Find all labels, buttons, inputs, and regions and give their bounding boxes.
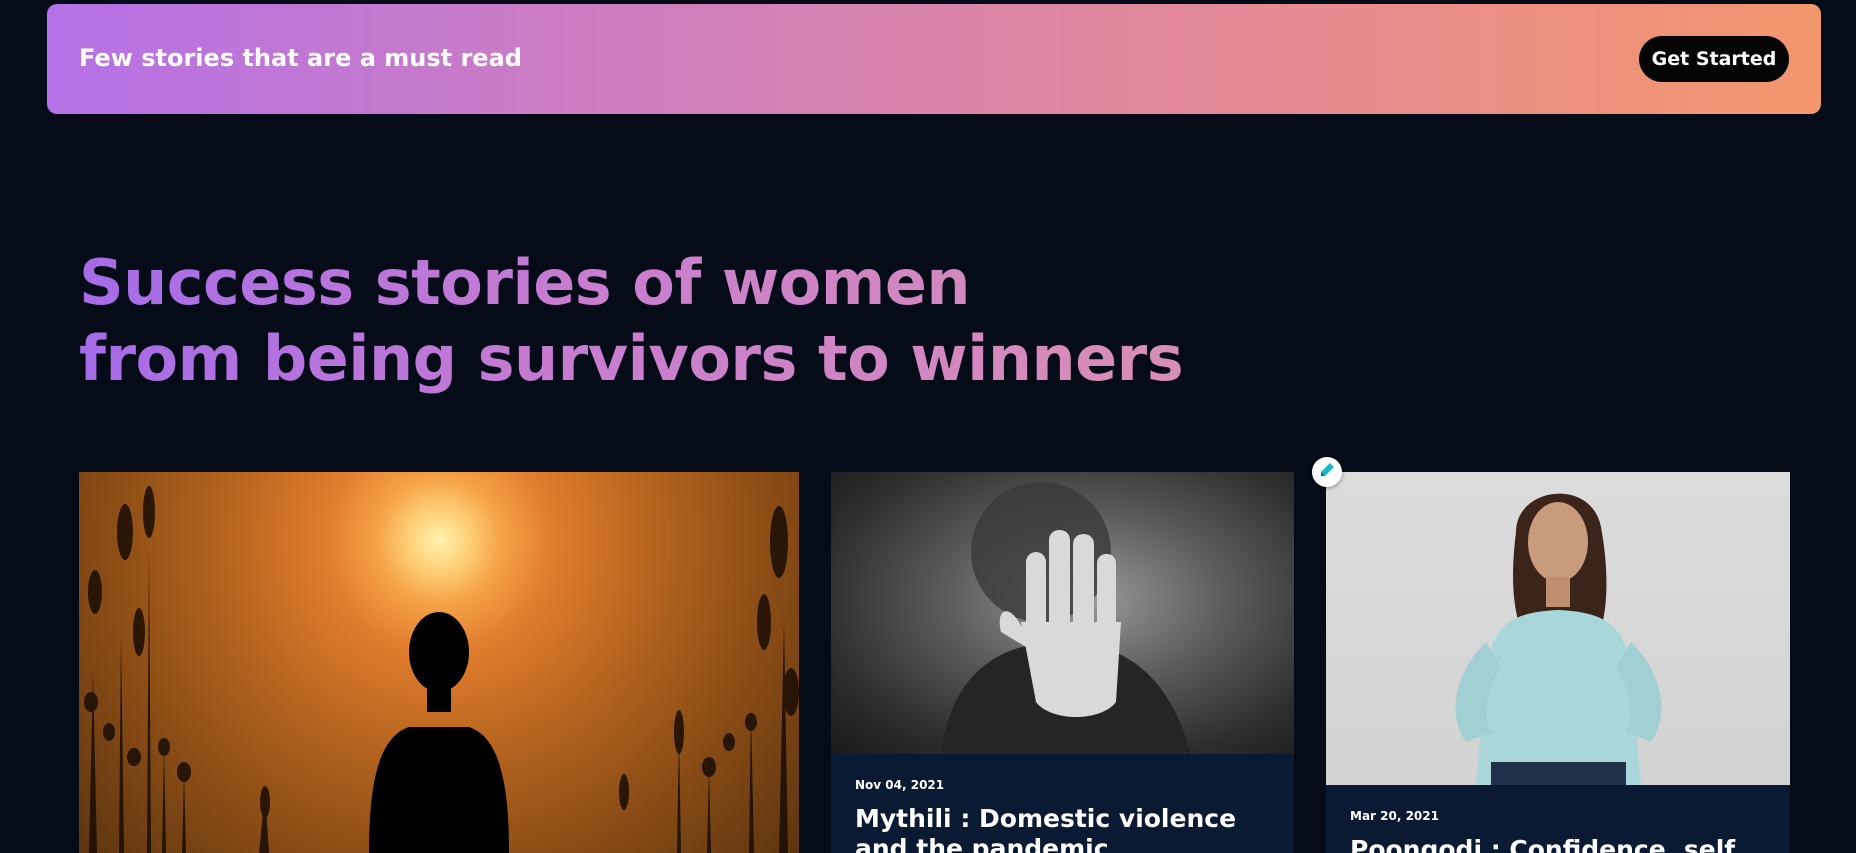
get-started-button[interactable]: Get Started [1639, 36, 1789, 82]
edit-badge[interactable] [1312, 457, 1342, 487]
story-card-poongodi[interactable]: Mar 20, 2021 Poongodi : Confidence, self… [1326, 472, 1790, 853]
promo-banner: Few stories that are a must read Get Sta… [47, 4, 1821, 114]
headline-line-2: from being survivors to winners [79, 322, 1184, 395]
card-body: Mar 20, 2021 Poongodi : Confidence, self… [1326, 785, 1790, 853]
card-date: Nov 04, 2021 [855, 778, 945, 792]
smiling-woman-portrait-image [1326, 472, 1790, 785]
card-date: Mar 20, 2021 [1350, 809, 1439, 823]
card-title[interactable]: Poongodi : Confidence, self, self- [1350, 835, 1766, 853]
card-title[interactable]: Mythili : Domestic violence and the pand… [855, 804, 1270, 853]
page-headline: Success stories of women from being surv… [79, 245, 1183, 397]
card-body: Nov 04, 2021 Mythili : Domestic violence… [831, 754, 1294, 853]
hand-stop-gesture-image [831, 472, 1294, 754]
banner-text: Few stories that are a must read [79, 44, 522, 72]
pen-edit-icon [1318, 461, 1336, 483]
headline-line-1: Success stories of women [79, 246, 971, 319]
meditation-silhouette-sunset-image [79, 472, 799, 853]
story-card-mythili[interactable]: Nov 04, 2021 Mythili : Domestic violence… [831, 472, 1294, 853]
story-card-featured[interactable] [79, 472, 799, 853]
